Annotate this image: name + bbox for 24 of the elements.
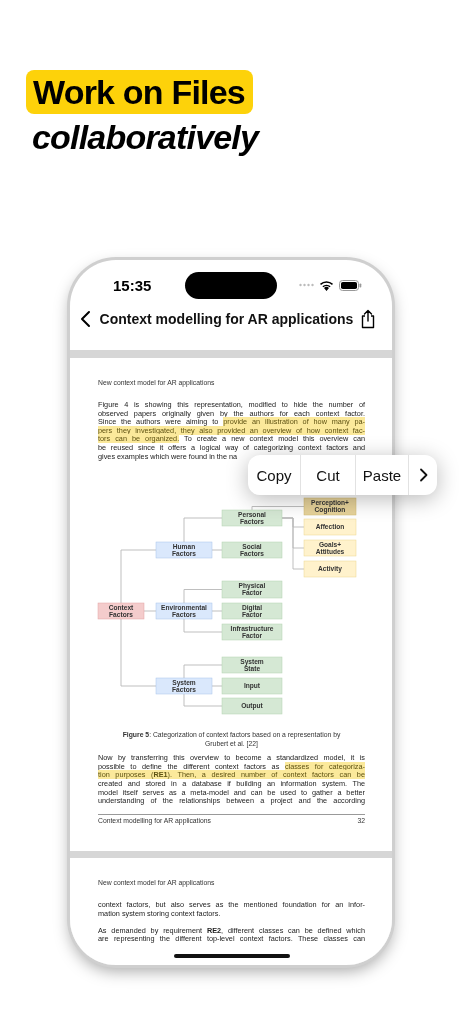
connector-line bbox=[183, 589, 223, 604]
connector-line bbox=[143, 610, 157, 612]
connector-line bbox=[211, 685, 223, 687]
share-icon[interactable] bbox=[359, 309, 377, 329]
headline-badge: Work on Files bbox=[26, 70, 253, 114]
connector-line bbox=[211, 549, 223, 551]
headline-subtitle: collaboratively bbox=[32, 117, 261, 157]
menu-item[interactable]: Paste bbox=[355, 455, 408, 495]
menu-item[interactable]: Copy bbox=[248, 455, 300, 495]
connector-line bbox=[211, 610, 223, 612]
connector-line bbox=[120, 618, 157, 687]
status-time: 15:35 bbox=[113, 276, 153, 294]
connector-line bbox=[183, 664, 223, 679]
document-title: Context modelling for AR applications bbox=[98, 310, 355, 328]
connector-line bbox=[120, 549, 157, 604]
connector-line bbox=[183, 517, 223, 543]
connector-line bbox=[183, 693, 223, 707]
battery-icon bbox=[339, 279, 362, 291]
menu-item[interactable]: Cut bbox=[300, 455, 355, 495]
signal-icon bbox=[299, 283, 314, 287]
wifi-icon bbox=[319, 279, 334, 291]
connector-line bbox=[251, 506, 305, 511]
connector-line bbox=[183, 618, 223, 633]
chevron-icon bbox=[418, 468, 428, 482]
